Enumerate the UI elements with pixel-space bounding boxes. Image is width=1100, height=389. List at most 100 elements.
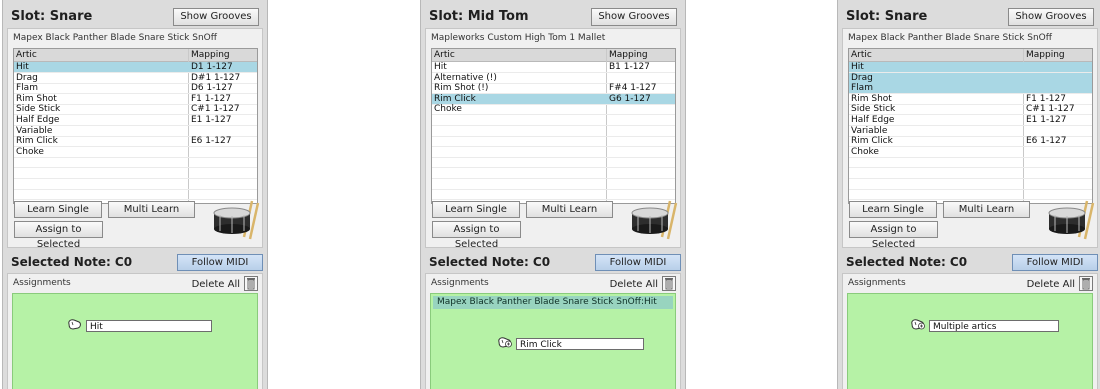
table-row[interactable]: Alternative (!) — [432, 73, 675, 84]
mapping-cell: E6 1-127 — [1026, 136, 1067, 147]
artic-cell: Half Edge — [16, 115, 60, 125]
learn-single-button[interactable]: Learn Single — [849, 201, 937, 218]
kit-name: Mapleworks Custom High Tom 1 Mallet — [431, 33, 606, 43]
table-row[interactable] — [432, 157, 675, 169]
table-row[interactable]: Side Stick C#1 1-127 — [849, 104, 1092, 116]
table-row[interactable] — [432, 179, 675, 190]
slot-panel: Slot: Snare Show Grooves Mapex Black Panth… — [837, 0, 1100, 389]
assignment-drop-zone[interactable]: Hit — [12, 293, 258, 389]
assignment-drop-zone[interactable]: Mapex Black Panther Blade Snare Stick Sn… — [430, 293, 676, 389]
table-row[interactable] — [849, 179, 1092, 190]
show-grooves-button[interactable]: Show Grooves — [591, 8, 677, 26]
learn-single-button[interactable]: Learn Single — [432, 201, 520, 218]
drag-add-cursor-icon — [910, 316, 926, 335]
artic-cell: Alternative (!) — [434, 72, 497, 83]
slot-panel: Slot: Snare Show Grooves Mapex Black Panth… — [2, 0, 268, 389]
table-row[interactable]: Side Stick C#1 1-127 — [14, 104, 257, 116]
learn-single-button[interactable]: Learn Single — [14, 201, 102, 218]
artic-cell: Rim Click — [851, 136, 893, 147]
table-row[interactable]: Rim Click E6 1-127 — [849, 136, 1092, 148]
articulation-table[interactable]: Artic Mapping Hit D1 1-127 Drag D#1 1-127 Flam… — [13, 48, 258, 204]
assignment-drop-zone[interactable]: Multiple artics — [847, 293, 1093, 389]
multi-learn-button[interactable]: Multi Learn — [943, 201, 1030, 218]
show-grooves-button[interactable]: Show Grooves — [173, 8, 259, 26]
mapping-cell: E1 1-127 — [191, 115, 232, 125]
table-row[interactable]: Rim Shot F1 1-127 — [14, 94, 257, 105]
assign-to-selected-button[interactable]: Assign to Selected — [432, 221, 521, 250]
artic-cell: Variable — [851, 125, 888, 136]
snare-drum-icon — [1045, 199, 1099, 245]
mapping-cell: F1 1-127 — [191, 93, 231, 104]
snare-drum-icon — [210, 199, 264, 245]
selected-note-label: Selected Note: C0 — [11, 255, 133, 269]
table-row[interactable] — [14, 157, 257, 169]
table-row[interactable] — [432, 115, 675, 126]
artic-cell: Side Stick — [16, 104, 61, 115]
dragged-artic-label: Multiple artics — [929, 319, 1059, 332]
column-header-mapping: Mapping — [1026, 50, 1065, 60]
artic-cell: Half Edge — [851, 115, 895, 125]
table-row[interactable] — [849, 168, 1092, 179]
articulation-table[interactable]: Artic Mapping Hit Drag Flam Rim Shot F1 1-127 S… — [848, 48, 1093, 204]
assign-to-selected-button[interactable]: Assign to Selected — [849, 221, 938, 250]
mapping-cell: G6 1-127 — [609, 93, 651, 104]
table-row[interactable]: Half Edge E1 1-127 — [14, 115, 257, 126]
assignments-label: Assignments — [13, 278, 71, 288]
artic-cell: Choke — [16, 146, 44, 157]
delete-all-button[interactable]: Delete All — [192, 279, 240, 290]
table-row[interactable]: Variable — [14, 126, 257, 137]
table-row[interactable]: Flam D6 1-127 — [14, 83, 257, 95]
dragged-artic-label: Rim Click — [516, 337, 644, 350]
assign-to-selected-button[interactable]: Assign to Selected — [14, 221, 103, 250]
articulation-section: Mapex Black Panther Blade Snare Stick Sn… — [842, 28, 1099, 250]
table-row[interactable]: Choke — [849, 147, 1092, 158]
table-row[interactable]: Choke — [432, 104, 675, 116]
table-row[interactable]: Half Edge E1 1-127 — [849, 115, 1092, 126]
column-header-mapping: Mapping — [191, 50, 230, 60]
table-header: Artic Mapping — [14, 49, 257, 62]
assigned-item[interactable]: Mapex Black Panther Blade Snare Stick Sn… — [433, 296, 673, 309]
dragged-artic-label: Hit — [86, 319, 212, 332]
follow-midi-button[interactable]: Follow MIDI — [595, 254, 681, 271]
artic-cell: Rim Click — [434, 93, 476, 104]
table-row[interactable] — [849, 157, 1092, 169]
artic-cell: Choke — [434, 104, 462, 115]
artic-cell: Rim Click — [16, 136, 58, 147]
column-header-mapping: Mapping — [609, 50, 648, 60]
assignments-label: Assignments — [431, 278, 489, 288]
assignments-section: Assignments Delete All Hit — [7, 273, 263, 389]
multi-learn-button[interactable]: Multi Learn — [526, 201, 613, 218]
slot-title: Slot: Snare — [11, 9, 93, 24]
table-row[interactable] — [14, 168, 257, 179]
table-row[interactable] — [432, 136, 675, 148]
articulation-table[interactable]: Artic Mapping Hit B1 1-127 Alternative (!) Ri… — [431, 48, 676, 204]
table-row[interactable] — [432, 168, 675, 179]
table-row[interactable] — [432, 126, 675, 137]
table-row[interactable]: Rim Shot (!) F#4 1-127 — [432, 83, 675, 95]
table-row[interactable]: Rim Click E6 1-127 — [14, 136, 257, 148]
follow-midi-button[interactable]: Follow MIDI — [177, 254, 263, 271]
table-row[interactable] — [432, 147, 675, 158]
delete-all-button[interactable]: Delete All — [1027, 279, 1075, 290]
artic-cell: Flam — [851, 83, 873, 94]
artic-cell: Rim Shot — [16, 93, 57, 104]
table-header: Artic Mapping — [849, 49, 1092, 62]
table-row[interactable] — [14, 179, 257, 190]
table-row[interactable]: Choke — [14, 147, 257, 158]
multi-learn-button[interactable]: Multi Learn — [108, 201, 195, 218]
column-header-artic: Artic — [434, 50, 455, 60]
table-row[interactable]: Hit D1 1-127 — [14, 62, 257, 73]
articulation-section: Mapleworks Custom High Tom 1 Mallet Artic… — [425, 28, 681, 250]
delete-all-button[interactable]: Delete All — [610, 279, 658, 290]
table-row[interactable]: Drag D#1 1-127 — [14, 73, 257, 84]
table-row[interactable]: Rim Click G6 1-127 — [432, 93, 675, 105]
table-row[interactable]: Variable — [849, 126, 1092, 137]
table-row[interactable]: Hit — [849, 62, 1092, 73]
follow-midi-button[interactable]: Follow MIDI — [1012, 254, 1098, 271]
table-row[interactable]: Rim Shot F1 1-127 — [849, 94, 1092, 105]
table-row[interactable]: Hit B1 1-127 — [432, 62, 675, 73]
table-row[interactable]: Flam — [849, 83, 1092, 95]
artic-cell: Rim Shot (!) — [434, 83, 489, 94]
table-row[interactable]: Drag — [849, 72, 1092, 84]
show-grooves-button[interactable]: Show Grooves — [1008, 8, 1094, 26]
